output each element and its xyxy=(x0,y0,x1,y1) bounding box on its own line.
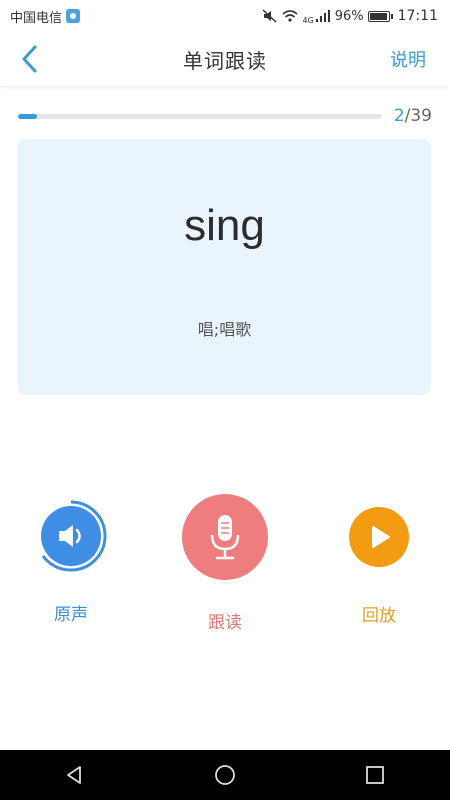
status-left: 中国电信 xyxy=(0,7,81,26)
microphone-icon xyxy=(210,515,240,560)
clock: 17:11 xyxy=(397,8,438,24)
status-right: 4G 96% 17:11 xyxy=(262,8,450,25)
back-button[interactable] xyxy=(12,42,46,76)
original-control: 原声 xyxy=(40,500,107,625)
chevron-left-icon xyxy=(22,45,37,73)
back-triangle-icon xyxy=(67,766,81,784)
recents-square-icon xyxy=(366,766,384,784)
play-icon xyxy=(372,526,390,548)
progress-fill xyxy=(18,114,37,119)
app-header: 单词跟读 说明 xyxy=(0,32,450,86)
progress-bar xyxy=(18,114,382,119)
network-type: 4G xyxy=(302,15,314,25)
carrier-name: 中国电信 xyxy=(10,10,63,26)
record-button[interactable] xyxy=(182,494,268,580)
original-label: 原声 xyxy=(54,605,88,625)
word-meaning: 唱;唱歌 xyxy=(197,320,252,339)
home-circle-icon xyxy=(215,765,235,785)
original-sound-button[interactable] xyxy=(41,500,107,572)
system-nav-bar xyxy=(0,750,450,800)
playback-button[interactable] xyxy=(349,507,409,567)
progress-total: /39 xyxy=(404,106,432,126)
nav-recents-button[interactable] xyxy=(345,750,405,800)
help-button[interactable]: 说明 xyxy=(390,46,426,72)
carrier-badge-icon xyxy=(66,9,81,23)
word-card: sing 唱;唱歌 xyxy=(18,139,431,395)
battery-icon xyxy=(367,10,393,22)
progress-current: 2 xyxy=(393,106,405,126)
nav-back-button[interactable] xyxy=(45,750,105,800)
progress-count: 2/39 xyxy=(394,106,432,126)
word-text: sing xyxy=(184,201,265,250)
wifi-icon xyxy=(282,10,298,22)
mute-icon xyxy=(262,9,277,23)
follow-control: 跟读 xyxy=(182,494,268,633)
nav-home-button[interactable] xyxy=(195,750,255,800)
playback-label: 回放 xyxy=(362,606,396,626)
playback-control: 回放 xyxy=(349,507,409,626)
follow-label: 跟读 xyxy=(208,613,242,633)
signal-icon xyxy=(315,10,330,22)
battery-percent: 96% xyxy=(334,8,364,24)
page-title: 单词跟读 xyxy=(183,48,267,73)
playing-ring-icon xyxy=(41,500,107,572)
status-bar: 中国电信 4G 96% 17:11 xyxy=(0,0,450,32)
